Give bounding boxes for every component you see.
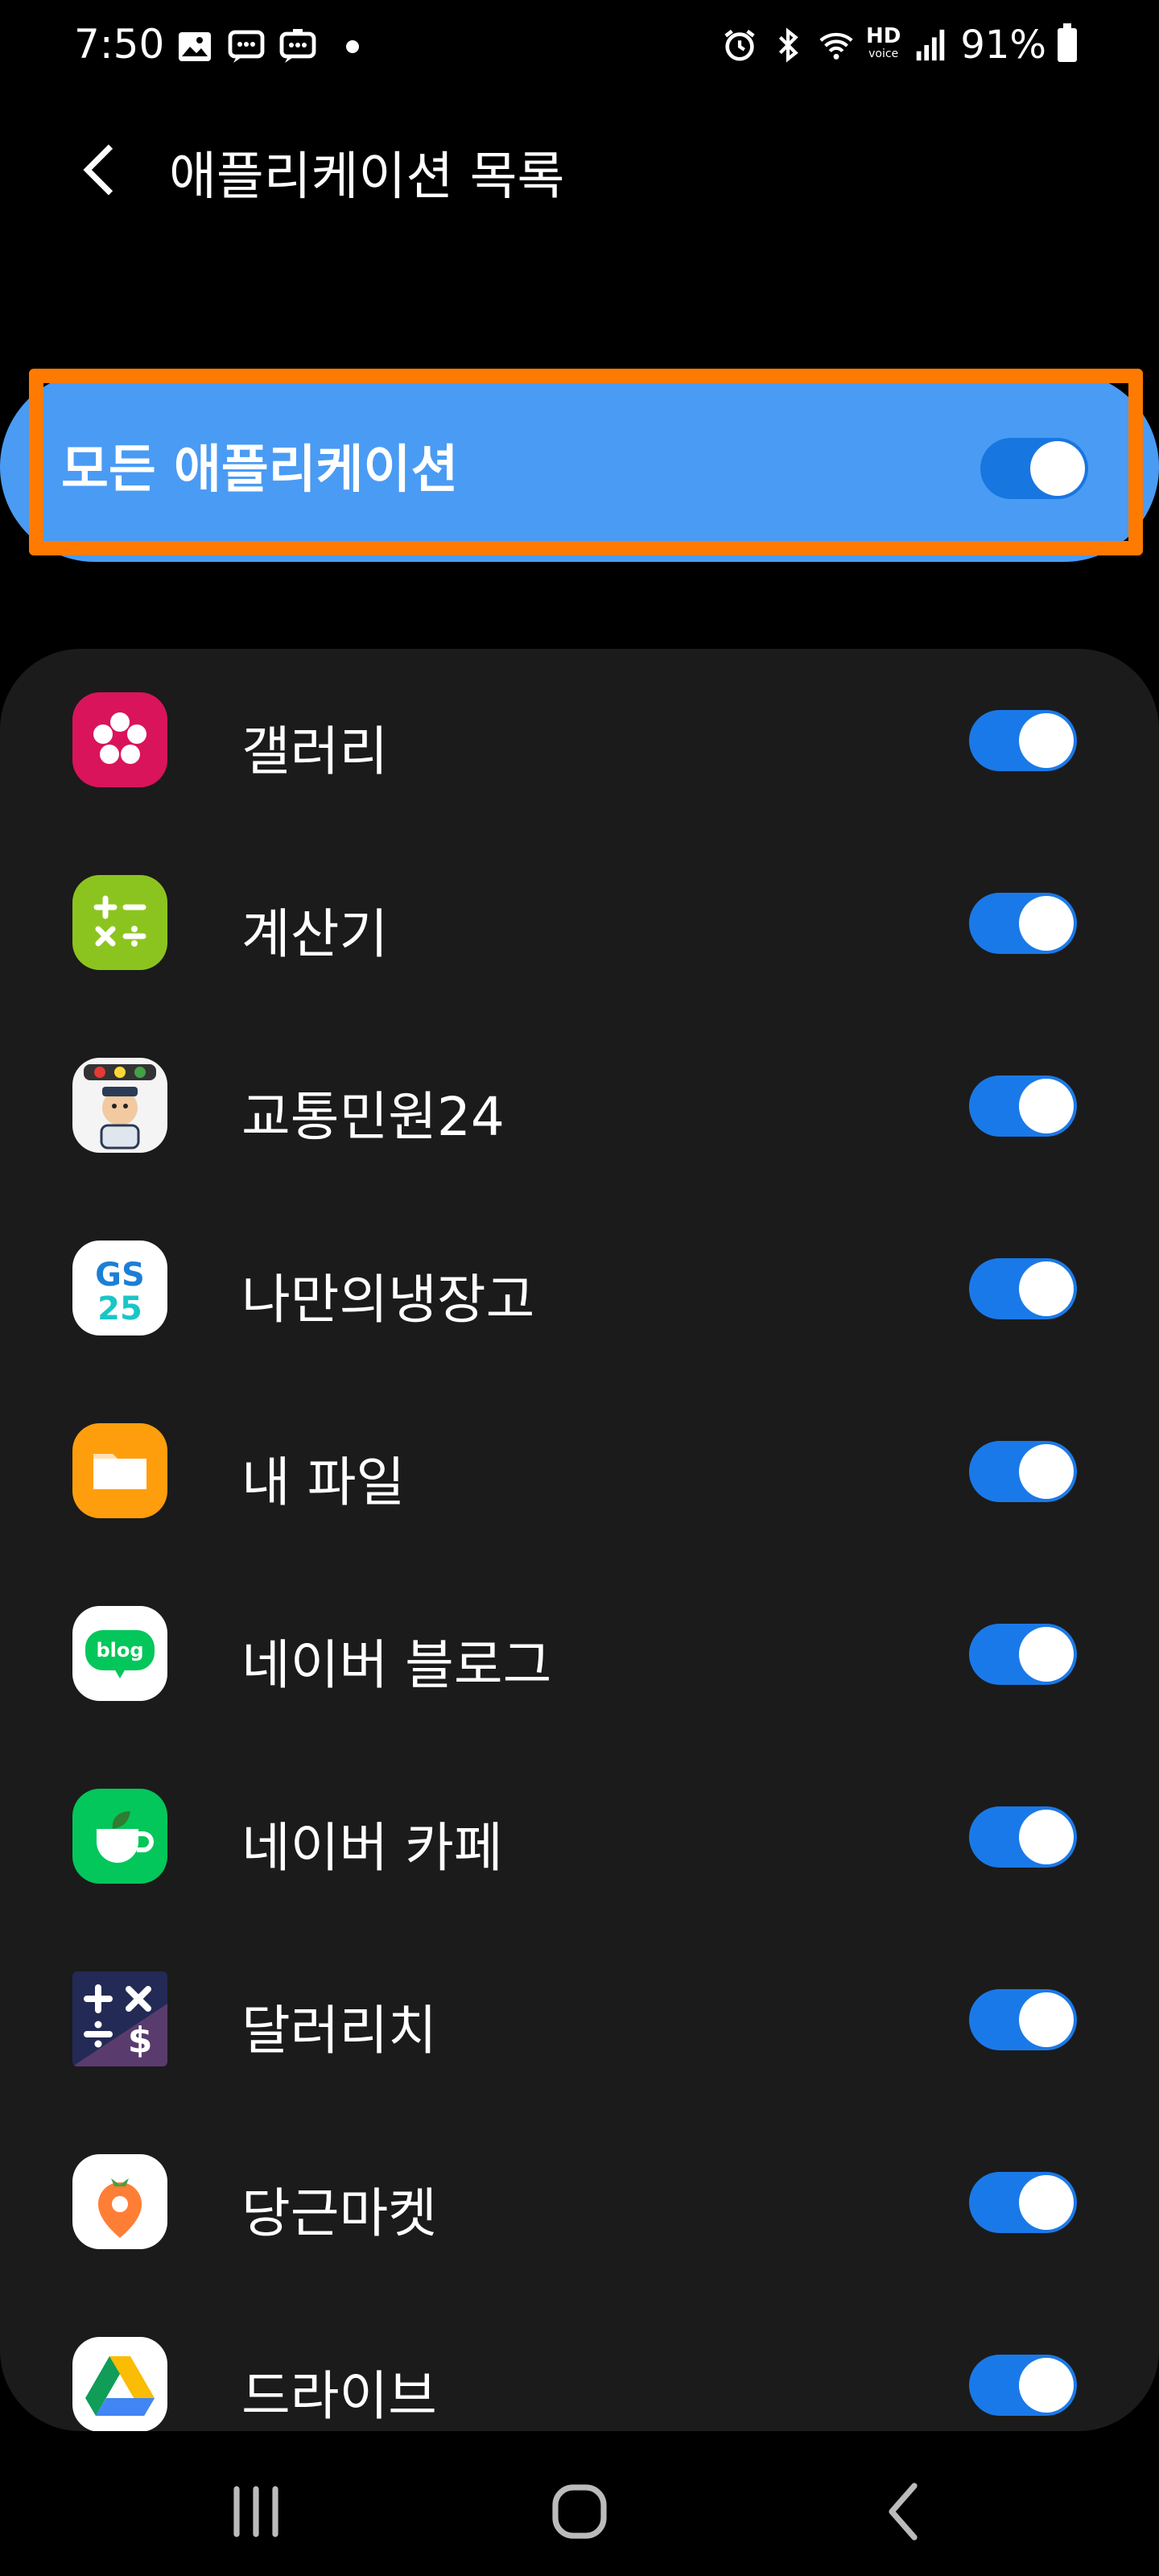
app-name: 교통민원24 xyxy=(241,1086,505,1148)
toggle-knob xyxy=(1019,1261,1074,1316)
svg-text:25: 25 xyxy=(97,1290,142,1327)
app-name: 갤러리 xyxy=(241,720,389,782)
toggle-knob xyxy=(1019,1079,1074,1133)
notification-icons xyxy=(175,27,359,66)
toggle-knob xyxy=(1030,441,1085,496)
toggle-knob xyxy=(1019,1992,1074,2047)
toggle-knob xyxy=(1019,2175,1074,2230)
all-apps-label: 모든 애플리케이션 xyxy=(61,440,459,500)
page-title: 애플리케이션 목록 xyxy=(169,147,565,207)
app-toggle-my-fridge[interactable] xyxy=(969,1258,1077,1319)
gallery-icon xyxy=(72,692,167,787)
message-notification-icon xyxy=(228,30,265,63)
list-item-calculator[interactable]: 계산기 xyxy=(0,832,1159,1015)
app-name: 당근마켓 xyxy=(241,2182,437,2244)
list-item-dollar-rich[interactable]: $ 달러리치 xyxy=(0,1928,1159,2112)
carrot-market-icon xyxy=(72,2154,167,2249)
toggle-knob xyxy=(1019,2358,1074,2413)
app-toggle-carrot-market[interactable] xyxy=(969,2172,1077,2233)
svg-text:blog: blog xyxy=(96,1639,143,1662)
app-toggle-naver-blog[interactable] xyxy=(969,1624,1077,1685)
naver-blog-icon: blog xyxy=(72,1606,167,1701)
back-icon xyxy=(889,2483,918,2541)
app-toggle-dollar-rich[interactable] xyxy=(969,1989,1077,2050)
app-name: 드라이브 xyxy=(241,2365,437,2427)
list-item-carrot-market[interactable]: 당근마켓 xyxy=(0,2111,1159,2294)
alarm-icon xyxy=(724,29,755,61)
system-icons: HD voice 91% xyxy=(721,23,1077,68)
battery-percent: 91% xyxy=(960,23,1046,68)
traffic-complaint-icon xyxy=(72,1058,167,1153)
home-icon xyxy=(552,2484,607,2539)
toggle-knob xyxy=(1019,1627,1074,1682)
wifi-icon xyxy=(819,32,853,60)
app-toggle-drive[interactable] xyxy=(969,2355,1077,2416)
list-item-my-fridge[interactable]: GS 25 나만의냉장고 xyxy=(0,1197,1159,1381)
app-toggle-calculator[interactable] xyxy=(969,893,1077,954)
recent-apps-button[interactable] xyxy=(208,2471,304,2552)
chevron-left-icon xyxy=(83,144,113,196)
app-list: 갤러리 계산기 교통민원24 GS 25 나만의냉장고 내 파일 blog 네이… xyxy=(0,649,1159,2431)
app-toggle-naver-cafe[interactable] xyxy=(969,1806,1077,1868)
app-name: 계산기 xyxy=(241,903,389,965)
list-item-my-files[interactable]: 내 파일 xyxy=(0,1380,1159,1563)
my-files-icon xyxy=(72,1423,167,1518)
toggle-knob xyxy=(1019,896,1074,951)
gallery-notification-icon xyxy=(179,32,211,61)
navigation-bar xyxy=(0,2431,1159,2576)
app-name: 나만의냉장고 xyxy=(241,1269,535,1331)
toggle-knob xyxy=(1019,1444,1074,1499)
app-toggle-traffic-complaint[interactable] xyxy=(969,1075,1077,1137)
hd-voice-indicator: HD voice xyxy=(865,24,901,60)
nav-back-button[interactable] xyxy=(856,2471,953,2552)
gs25-icon: GS 25 xyxy=(72,1241,167,1335)
list-item-gallery[interactable]: 갤러리 xyxy=(0,649,1159,832)
all-apps-row[interactable]: 모든 애플리케이션 xyxy=(0,369,1159,562)
toggle-knob xyxy=(1019,1810,1074,1864)
app-name: 네이버 블로그 xyxy=(241,1634,552,1696)
list-item-drive[interactable]: 드라이브 xyxy=(0,2293,1159,2431)
signal-icon xyxy=(917,29,945,61)
bluetooth-icon xyxy=(778,27,798,63)
app-toggle-my-files[interactable] xyxy=(969,1441,1077,1502)
app-name: 달러리치 xyxy=(241,2000,437,2062)
toggle-knob xyxy=(1019,713,1074,768)
chat-notification-icon xyxy=(279,29,316,63)
calculator-icon xyxy=(72,875,167,970)
status-time: 7:50 xyxy=(74,21,165,68)
app-name: 네이버 카페 xyxy=(241,1817,503,1879)
dollar-rich-icon: $ xyxy=(72,1971,167,2066)
list-item-naver-cafe[interactable]: 네이버 카페 xyxy=(0,1745,1159,1929)
google-drive-icon xyxy=(72,2337,167,2431)
all-apps-toggle[interactable] xyxy=(980,438,1088,499)
status-bar: 7:50 HD voice 91% xyxy=(0,0,1159,97)
more-notifications-dot xyxy=(346,40,359,53)
naver-cafe-icon xyxy=(72,1789,167,1884)
app-toggle-gallery[interactable] xyxy=(969,710,1077,771)
toggle-switch[interactable] xyxy=(980,438,1088,499)
app-name: 내 파일 xyxy=(241,1451,406,1513)
list-item-naver-blog[interactable]: blog 네이버 블로그 xyxy=(0,1563,1159,1746)
recent-apps-icon xyxy=(233,2486,278,2537)
home-button[interactable] xyxy=(531,2471,628,2552)
svg-text:GS: GS xyxy=(95,1257,145,1294)
back-button[interactable] xyxy=(69,134,126,206)
svg-text:$: $ xyxy=(128,2020,153,2061)
battery-icon xyxy=(1058,23,1077,62)
app-bar: 애플리케이션 목록 xyxy=(0,97,1159,233)
list-item-traffic-complaint[interactable]: 교통민원24 xyxy=(0,1014,1159,1198)
